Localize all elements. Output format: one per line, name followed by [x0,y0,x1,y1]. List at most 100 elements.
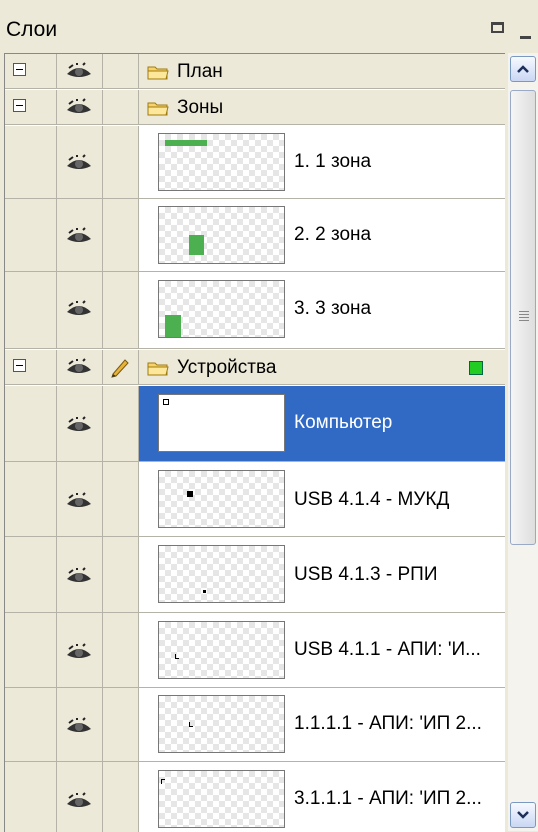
status-indicator-icon [469,361,483,375]
collapse-toggle-icon[interactable] [13,359,26,372]
layer-item-label: 2. 2 зона [294,224,372,245]
expand-cell [5,613,57,687]
expand-cell [5,272,57,348]
layer-thumbnail [158,770,285,828]
layers-list: План Зоны 1. 1 зона 2. 2 зона 3. 3 зона … [4,53,505,832]
expand-cell [5,386,57,461]
eye-icon[interactable] [65,300,93,318]
expand-cell [5,688,57,761]
eye-icon[interactable] [65,492,93,510]
restore-window-icon[interactable] [491,22,504,33]
expand-cell [5,199,57,271]
visibility-cell [57,762,103,832]
eye-icon[interactable] [65,717,93,735]
eye-icon[interactable] [65,792,93,810]
layer-thumbnail [158,394,285,452]
layer-item[interactable]: USB 4.1.3 - РПИ [5,537,505,613]
expand-cell [5,537,57,612]
layer-item-label: USB 4.1.3 - РПИ [294,564,438,585]
group-name: Зоны [147,97,223,119]
layer-item[interactable]: 2. 2 зона [5,199,505,272]
layer-item-label: 3.1.1.1 - АПИ: 'ИП 2... [294,788,482,809]
eye-icon[interactable] [65,98,93,116]
edit-cell [103,537,139,612]
visibility-cell [57,386,103,461]
device-marker [187,491,193,497]
device-marker [163,399,169,405]
folder-icon [147,66,169,80]
eye-icon[interactable] [65,154,93,172]
layers-panel: Слои План Зоны 1. 1 зона 2. 2 зона 3. 3 … [0,0,538,832]
layer-item[interactable]: USB 4.1.4 - МУКД [5,462,505,537]
layer-thumbnail [158,206,285,264]
eye-icon[interactable] [65,62,93,80]
visibility-cell [57,272,103,348]
edit-cell [103,90,139,124]
device-marker [161,779,165,784]
expand-cell [5,126,57,198]
layer-group-zones[interactable]: Зоны [5,90,505,125]
collapse-toggle-icon[interactable] [13,99,26,112]
chevron-up-icon [517,65,529,73]
scroll-thumb[interactable] [510,90,536,545]
visibility-cell [57,462,103,536]
zone-shape [165,140,207,146]
layer-item[interactable]: 3.1.1.1 - АПИ: 'ИП 2... [5,762,505,832]
grip-line [519,314,529,315]
layer-item-label: 1.1.1.1 - АПИ: 'ИП 2... [294,713,482,734]
layer-item-label: 1. 1 зона [294,151,372,172]
zone-shape [165,315,181,337]
visibility-cell [57,199,103,271]
folder-icon [147,362,169,376]
edit-cell [103,272,139,348]
panel-title: Слои [6,18,58,41]
expand-cell [5,462,57,536]
collapse-toggle-icon[interactable] [13,63,26,76]
eye-icon[interactable] [65,643,93,661]
layer-group-devices[interactable]: Устройства [5,350,505,385]
eye-icon[interactable] [65,358,93,376]
layer-thumbnail [158,621,285,679]
layer-item-label: USB 4.1.4 - МУКД [294,489,450,510]
layer-item[interactable]: Компьютер [5,386,505,462]
expand-cell [5,762,57,832]
layer-thumbnail [158,470,285,528]
edit-cell [103,199,139,271]
layer-group-plan[interactable]: План [5,54,505,89]
folder-icon [147,102,169,116]
edit-cell [103,54,139,88]
layer-thumbnail [158,280,285,338]
device-marker [175,654,179,659]
minimize-icon[interactable] [520,36,531,39]
expand-cell [5,350,57,384]
layer-item[interactable]: 3. 3 зона [5,272,505,349]
layer-item[interactable]: USB 4.1.1 - АПИ: 'И... [5,613,505,688]
visibility-cell [57,350,103,384]
layer-item[interactable]: 1. 1 зона [5,126,505,199]
visibility-cell [57,537,103,612]
layer-item-label: Компьютер [294,412,393,433]
layer-thumbnail [158,133,285,191]
visibility-cell [57,90,103,124]
layer-thumbnail [158,545,285,603]
grip-line [519,320,529,321]
eye-icon[interactable] [65,227,93,245]
scroll-up-button[interactable] [510,56,536,82]
visibility-cell [57,126,103,198]
edit-cell [103,126,139,198]
eye-icon[interactable] [65,416,93,434]
grip-line [519,311,529,312]
edit-cell [103,613,139,687]
scroll-down-button[interactable] [510,802,536,828]
layer-group-name: Зоны [177,97,224,118]
layer-item-label: USB 4.1.1 - АПИ: 'И... [294,639,481,660]
layer-item[interactable]: 1.1.1.1 - АПИ: 'ИП 2... [5,688,505,762]
eye-icon[interactable] [65,567,93,585]
edit-cell [103,762,139,832]
edit-cell [103,688,139,761]
zone-shape [189,235,204,255]
layer-thumbnail [158,695,285,753]
device-marker [203,590,206,593]
vertical-scrollbar[interactable] [508,53,538,831]
pencil-icon[interactable] [109,356,131,378]
